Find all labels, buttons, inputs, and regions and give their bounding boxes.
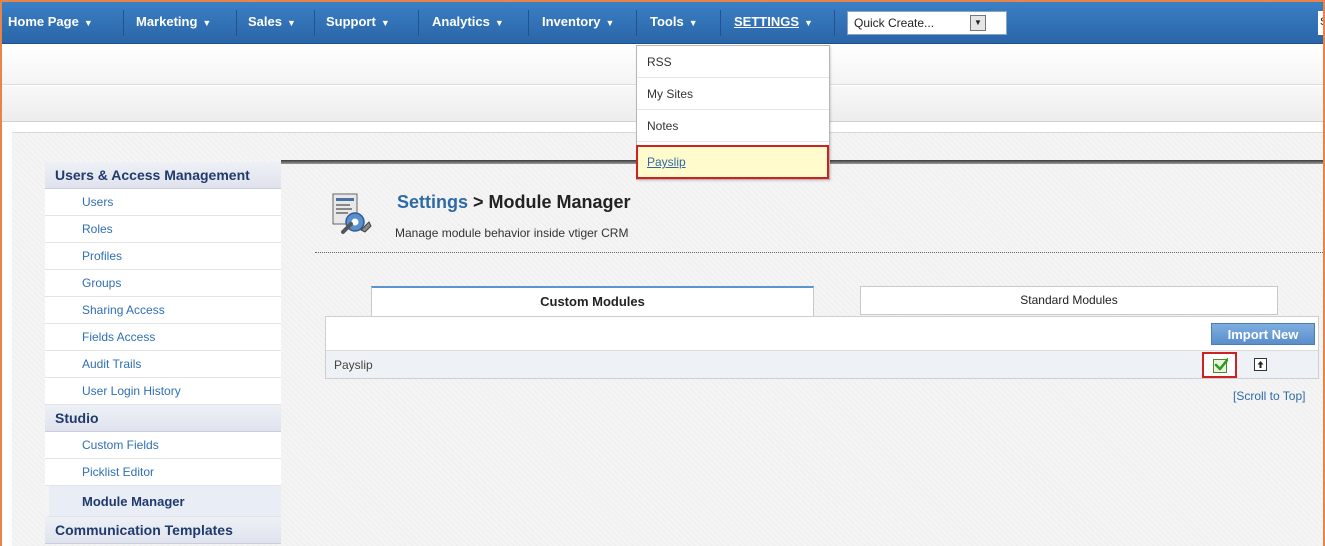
nav-tab-tools[interactable]: Tools ▼ [650,2,698,44]
nav-separator [720,10,721,36]
sidebar-item-fields-access[interactable]: Fields Access [45,324,281,351]
sidebar-section-communication-templates: Communication Templates [45,517,281,544]
module-manager-icon [329,192,375,236]
custom-modules-panel: Import New Payslip [325,316,1319,379]
chevron-down-icon: ▼ [202,18,212,28]
sidebar-item-users[interactable]: Users [45,189,281,216]
nav-tab-label: Home Page [8,14,79,29]
module-enable-highlight [1202,352,1237,378]
sidebar-item-module-manager[interactable]: Module Manager [45,486,281,517]
tab-standard-modules[interactable]: Standard Modules [860,286,1278,315]
chevron-down-icon[interactable]: ▼ [970,15,986,31]
breadcrumb-current: Module Manager [488,192,631,212]
settings-sidebar: Users & Access Management Users Roles Pr… [45,162,281,544]
quick-create-value: Quick Create... [854,16,935,30]
nav-tab-label: SETTINGS [734,14,800,29]
nav-separator [236,10,237,36]
sidebar-item-custom-fields[interactable]: Custom Fields [45,432,281,459]
chevron-down-icon: ▼ [286,18,296,28]
sidebar-item-picklist-editor[interactable]: Picklist Editor [45,459,281,486]
nav-tab-label: Sales [248,14,282,29]
nav-tab-label: Marketing [136,14,198,29]
sidebar-item-user-login-history[interactable]: User Login History [45,378,281,405]
chevron-down-icon: ▼ [83,18,93,28]
checkbox-checked-icon[interactable] [1213,358,1228,373]
dotted-divider [315,252,1323,253]
nav-separator [834,10,835,36]
nav-separator [418,10,419,36]
chevron-down-icon: ▼ [380,18,390,28]
nav-tab-label: Analytics [432,14,490,29]
sidebar-item-groups[interactable]: Groups [45,270,281,297]
nav-tab-support[interactable]: Support ▼ [326,2,390,44]
menu-item-rss[interactable]: RSS [637,46,829,78]
sidebar-section-users-access: Users & Access Management [45,162,281,189]
breadcrumb-separator: > [468,192,489,212]
module-row: Payslip [326,350,1318,378]
nav-tab-inventory[interactable]: Inventory ▼ [542,2,614,44]
nav-separator [123,10,124,36]
export-arrow-icon[interactable] [1254,358,1267,371]
nav-tab-label: Support [326,14,376,29]
chevron-down-icon: ▼ [688,18,698,28]
chevron-down-icon: ▼ [494,18,504,28]
sidebar-item-roles[interactable]: Roles [45,216,281,243]
nav-separator [636,10,637,36]
nav-separator [528,10,529,36]
nav-tab-analytics[interactable]: Analytics ▼ [432,2,504,44]
sidebar-item-profiles[interactable]: Profiles [45,243,281,270]
menu-item-notes[interactable]: Notes [637,110,829,142]
nav-tab-sales[interactable]: Sales ▼ [248,2,296,44]
import-new-button[interactable]: Import New [1211,323,1315,345]
nav-right-truncated: S [1318,11,1323,35]
sidebar-item-sharing-access[interactable]: Sharing Access [45,297,281,324]
nav-tab-label: Inventory [542,14,601,29]
nav-tab-home-page[interactable]: Home Page ▼ [8,2,93,44]
page-title: Settings > Module Manager [397,192,631,213]
page-description: Manage module behavior inside vtiger CRM [395,226,629,240]
nav-separator [314,10,315,36]
sidebar-item-audit-trails[interactable]: Audit Trails [45,351,281,378]
breadcrumb-settings[interactable]: Settings [397,192,468,212]
menu-item-my-sites[interactable]: My Sites [637,78,829,110]
nav-tab-label: Tools [650,14,684,29]
module-name: Payslip [334,358,373,372]
menu-item-payslip[interactable]: Payslip [636,145,829,179]
scroll-to-top-link[interactable]: [Scroll to Top] [1233,389,1305,403]
chevron-down-icon: ▼ [804,18,813,28]
top-navigation-bar: Home Page ▼ Marketing ▼ Sales ▼ Support ▼ An… [2,2,1323,44]
nav-tab-marketing[interactable]: Marketing ▼ [136,2,211,44]
chevron-down-icon: ▼ [605,18,615,28]
tab-custom-modules[interactable]: Custom Modules [371,286,814,316]
quick-create-select[interactable]: Quick Create... ▼ [847,11,1007,35]
nav-tab-settings[interactable]: SETTINGS ▼ [734,2,813,44]
browser-viewport: Home Page ▼ Marketing ▼ Sales ▼ Support ▼ An… [0,0,1325,546]
sidebar-section-studio: Studio [45,405,281,432]
